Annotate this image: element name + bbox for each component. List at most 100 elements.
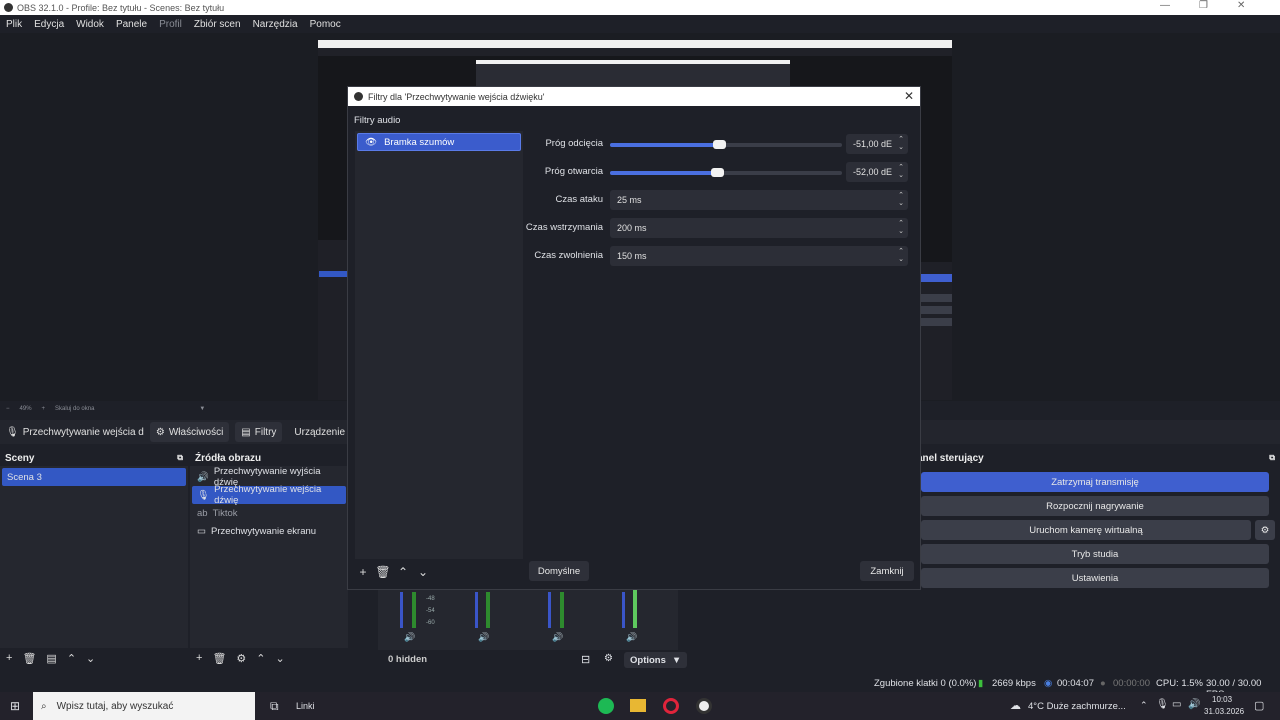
defaults-button[interactable]: Domyślne xyxy=(529,561,589,581)
gear-icon[interactable]: ⚙ xyxy=(1255,520,1275,540)
release-time-label: Czas zwolnienia xyxy=(534,250,603,261)
chevron-down-icon[interactable]: ⌄ xyxy=(276,652,285,665)
chevron-down-icon[interactable]: ⌄ xyxy=(415,564,431,580)
status-bar: Zgubione klatki 0 (0.0%) ▮ 2669 kbps ◉ 0… xyxy=(0,676,1280,700)
taskbar-links[interactable]: Linki xyxy=(296,701,315,711)
slider-handle[interactable] xyxy=(711,168,724,177)
dock-undock-icon[interactable]: ⧉ xyxy=(177,453,183,463)
close-icon[interactable]: ✕ xyxy=(904,89,914,103)
chevron-up-icon[interactable]: ⌃ xyxy=(256,652,265,665)
open-threshold-value: -52,00 dE xyxy=(853,167,893,177)
menu-docks[interactable]: Panele xyxy=(110,19,153,30)
gear-icon[interactable]: ⚙ xyxy=(604,653,613,664)
filter-item[interactable]: 👁 Bramka szumów xyxy=(357,133,521,151)
source-item[interactable]: 🎙 Przechwytywanie wejścia dźwię xyxy=(192,484,346,506)
maximize-icon[interactable]: ❐ xyxy=(1199,0,1208,11)
settings-button[interactable]: Ustawienia xyxy=(921,568,1269,588)
hold-time-input[interactable]: 200 ms xyxy=(610,218,908,238)
close-icon[interactable]: ✕ xyxy=(1237,0,1245,11)
signal-icon: ▮ xyxy=(978,678,984,689)
menu-help[interactable]: Pomoc xyxy=(304,19,347,30)
add-icon[interactable]: + xyxy=(355,564,371,580)
menu-bar: Plik Edycja Widok Panele Profil Zbiór sc… xyxy=(0,15,1280,33)
release-time-input[interactable]: 150 ms xyxy=(610,246,908,266)
minimize-icon[interactable]: — xyxy=(1160,0,1170,11)
menu-scene-collection[interactable]: Zbiór scen xyxy=(188,19,247,30)
close-button[interactable]: Zamknij xyxy=(860,561,914,581)
properties-button[interactable]: ⚙ Właściwości xyxy=(149,422,230,442)
opera-icon[interactable] xyxy=(663,698,679,714)
scene-item[interactable]: Scena 3 xyxy=(2,468,186,486)
stepper-arrows[interactable]: ⌃ ⌄ xyxy=(894,190,908,210)
sources-title: Źródła obrazu xyxy=(195,452,262,464)
close-threshold-slider[interactable] xyxy=(610,140,842,149)
studio-mode-button[interactable]: Tryb studia xyxy=(921,544,1269,564)
menu-tools[interactable]: Narzędzia xyxy=(247,19,304,30)
add-icon[interactable]: + xyxy=(196,652,202,664)
volume-icon[interactable]: 🔊 xyxy=(1188,699,1200,710)
windows-start-icon[interactable]: ⊞ xyxy=(10,699,20,713)
stop-stream-button[interactable]: Zatrzymaj transmisję xyxy=(921,472,1269,492)
menu-file[interactable]: Plik xyxy=(0,19,28,30)
meter-tick: -60 xyxy=(426,620,435,626)
source-item[interactable]: ab Tiktok xyxy=(192,504,346,522)
menu-edit[interactable]: Edycja xyxy=(28,19,70,30)
record-time: 00:00:00 xyxy=(1113,678,1150,689)
trash-icon[interactable]: 🗑 xyxy=(212,652,226,665)
cpu-usage: CPU: 1.5% xyxy=(1156,678,1203,689)
stepper-arrows[interactable]: ⌃ ⌄ xyxy=(894,134,908,154)
stepper-arrows[interactable]: ⌃ ⌄ xyxy=(894,246,908,266)
text-icon: ab xyxy=(197,507,208,519)
speaker-icon[interactable]: 🔊 xyxy=(404,632,415,643)
menu-view[interactable]: Widok xyxy=(70,19,110,30)
chevron-up-icon[interactable]: ⌃ xyxy=(1140,700,1148,711)
stepper-arrows[interactable]: ⌃ ⌄ xyxy=(894,218,908,238)
weather[interactable]: 4°C Duże zachmurze... xyxy=(1028,701,1126,712)
spotify-icon[interactable] xyxy=(598,698,614,714)
network-icon[interactable]: ▭ xyxy=(1172,699,1181,710)
filters-button[interactable]: ▤ Filtry xyxy=(235,422,283,442)
trash-icon[interactable]: 🗑 xyxy=(375,564,391,580)
scale-mode[interactable]: Skaluj do okna xyxy=(55,406,94,412)
eye-icon[interactable]: 👁 xyxy=(365,137,377,148)
trash-icon[interactable]: 🗑 xyxy=(22,652,36,665)
open-threshold-slider[interactable] xyxy=(610,168,842,177)
speaker-icon: 🔊 xyxy=(197,471,209,483)
speaker-icon[interactable]: 🔊 xyxy=(478,632,489,643)
chevron-down-icon[interactable]: ▼ xyxy=(199,406,205,412)
release-time-value: 150 ms xyxy=(617,251,647,261)
obs-icon[interactable] xyxy=(696,698,712,714)
mixer-options-button[interactable]: Options ▼ xyxy=(624,652,688,668)
gear-icon[interactable]: ⚙ xyxy=(236,652,246,665)
device-label: Urządzenie xyxy=(294,426,346,438)
speaker-icon[interactable]: 🔊 xyxy=(626,632,637,643)
zoom-in-icon[interactable]: + xyxy=(42,406,46,412)
speaker-icon[interactable]: 🔊 xyxy=(552,632,563,643)
layout-icon[interactable]: ⊟ xyxy=(581,653,590,666)
task-view-icon[interactable]: ⧉ xyxy=(270,699,279,714)
dock-undock-icon[interactable]: ⧉ xyxy=(1269,453,1275,463)
chevron-down-icon[interactable]: ⌄ xyxy=(86,652,95,665)
folder-icon[interactable] xyxy=(630,699,646,712)
taskbar-search[interactable]: ⌕ Wpisz tutaj, aby wyszukać xyxy=(33,692,255,720)
controls-title: anel sterujący xyxy=(917,452,984,464)
slider-handle[interactable] xyxy=(713,140,726,149)
clock-date[interactable]: 31.03.2026 xyxy=(1204,707,1244,716)
filter-icon[interactable]: ▤ xyxy=(46,652,56,665)
stepper-arrows[interactable]: ⌃ ⌄ xyxy=(894,162,908,182)
zoom-out-icon[interactable]: − xyxy=(6,406,10,412)
notification-icon[interactable]: ▢ xyxy=(1254,699,1264,712)
start-recording-button[interactable]: Rozpocznij nagrywanie xyxy=(921,496,1269,516)
monitor-icon: ▭ xyxy=(197,525,206,537)
menu-profile[interactable]: Profil xyxy=(153,19,188,30)
hidden-count: 0 hidden xyxy=(388,654,428,665)
source-item[interactable]: ▭ Przechwytywanie ekranu xyxy=(192,522,346,540)
attack-time-input[interactable]: 25 ms xyxy=(610,190,908,210)
options-label: Options xyxy=(630,654,666,666)
virtual-camera-button[interactable]: Uruchom kamerę wirtualną xyxy=(921,520,1251,540)
chevron-up-icon[interactable]: ⌃ xyxy=(67,652,76,665)
mixer-body: -48 -54 -60 🔊 🔊 🔊 🔊 xyxy=(378,588,678,650)
clock-time[interactable]: 10:03 xyxy=(1212,695,1232,704)
chevron-up-icon[interactable]: ⌃ xyxy=(395,564,411,580)
add-icon[interactable]: + xyxy=(6,652,12,664)
